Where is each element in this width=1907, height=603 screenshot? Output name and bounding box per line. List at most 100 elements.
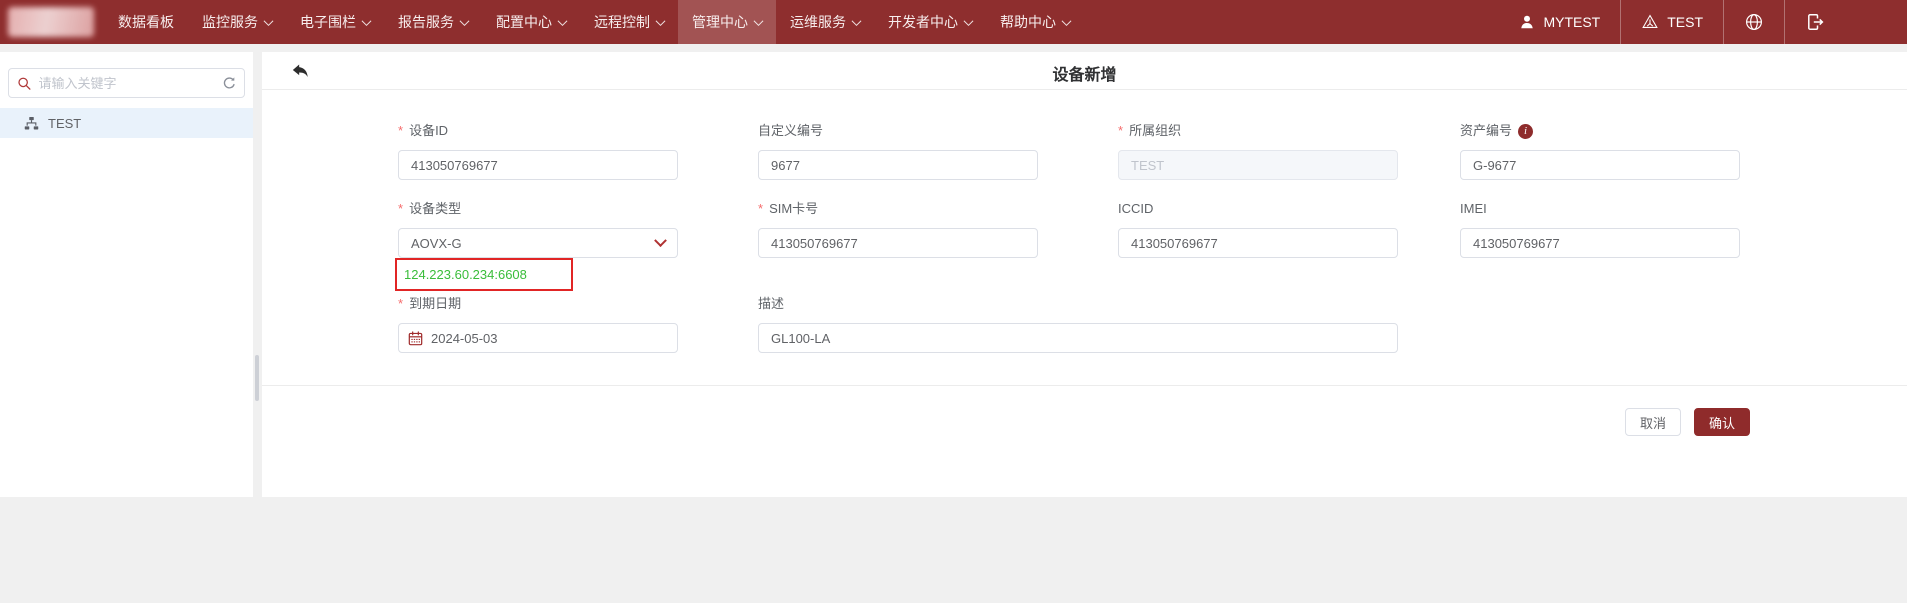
imei-label: IMEI xyxy=(1460,200,1740,218)
chevron-down-icon xyxy=(460,16,470,26)
navbar-right-cluster: MYTEST TEST xyxy=(1499,0,1907,44)
app-logo xyxy=(8,7,94,37)
field-custom-no: 自定义编号 xyxy=(758,122,1038,180)
expire-date-picker[interactable]: 2024-05-03 xyxy=(398,323,678,353)
org-input-wrap xyxy=(1118,150,1398,180)
language-menu[interactable] xyxy=(1723,0,1784,44)
logout-button[interactable] xyxy=(1784,0,1845,44)
description-input-wrap xyxy=(758,323,1398,353)
page-title: 设备新增 xyxy=(262,61,1907,85)
main-menu: 数据看板 监控服务 电子围栏 报告服务 配置中心 远程控制 管理中心 运维服务 … xyxy=(104,0,1084,44)
device-type-select[interactable]: AOVX-G xyxy=(398,228,678,258)
nav-item-config[interactable]: 配置中心 xyxy=(482,0,580,44)
top-navbar: 数据看板 监控服务 电子围栏 报告服务 配置中心 远程控制 管理中心 运维服务 … xyxy=(0,0,1907,44)
iccid-input-wrap xyxy=(1118,228,1398,258)
field-sim: SIM卡号 xyxy=(758,200,1038,258)
iccid-label: ICCID xyxy=(1118,200,1398,218)
tree-node-label: TEST xyxy=(48,116,81,131)
chevron-down-icon xyxy=(654,234,667,247)
nav-label: 报告服务 xyxy=(398,12,454,32)
imei-input-wrap xyxy=(1460,228,1740,258)
nav-item-ops-service[interactable]: 运维服务 xyxy=(776,0,874,44)
user-menu[interactable]: MYTEST xyxy=(1499,0,1620,44)
device-add-panel: 设备新增 设备ID 自定义编号 所属组织 资产编号 i 设备类型 AOVX-G xyxy=(262,52,1907,497)
confirm-button[interactable]: 确认 xyxy=(1694,408,1750,436)
nav-label: 数据看板 xyxy=(118,12,174,32)
chevron-down-icon xyxy=(362,16,372,26)
custom-no-input[interactable] xyxy=(771,158,1025,173)
chevron-down-icon xyxy=(754,16,764,26)
asset-no-input-wrap xyxy=(1460,150,1740,180)
nav-item-remote-control[interactable]: 远程控制 xyxy=(580,0,678,44)
nav-item-dashboard[interactable]: 数据看板 xyxy=(104,0,188,44)
tree-search-input[interactable] xyxy=(39,76,215,91)
field-org: 所属组织 xyxy=(1118,122,1398,180)
custom-no-input-wrap xyxy=(758,150,1038,180)
device-id-input-wrap xyxy=(398,150,678,180)
sitemap-icon xyxy=(24,116,39,131)
nav-item-report[interactable]: 报告服务 xyxy=(384,0,482,44)
iccid-input[interactable] xyxy=(1131,236,1385,251)
expire-date-label: 到期日期 xyxy=(398,295,678,313)
field-device-type: 设备类型 AOVX-G xyxy=(398,200,678,258)
org-tree-sidebar: TEST xyxy=(0,52,253,497)
nav-label: 开发者中心 xyxy=(888,12,958,32)
org-name: TEST xyxy=(1667,14,1703,30)
tree-node-test[interactable]: TEST xyxy=(0,108,253,138)
nav-label: 帮助中心 xyxy=(1000,12,1056,32)
globe-icon xyxy=(1744,12,1764,32)
device-id-input[interactable] xyxy=(411,158,665,173)
custom-no-label: 自定义编号 xyxy=(758,122,1038,140)
nav-label: 监控服务 xyxy=(202,12,258,32)
chevron-down-icon xyxy=(964,16,974,26)
nav-item-monitor[interactable]: 监控服务 xyxy=(188,0,286,44)
sim-input[interactable] xyxy=(771,236,1025,251)
field-expire-date: 到期日期 2024-05-03 xyxy=(398,295,678,353)
sim-input-wrap xyxy=(758,228,1038,258)
field-description: 描述 xyxy=(758,295,1398,353)
tree-search-box xyxy=(8,68,245,98)
asset-no-label: 资产编号 i xyxy=(1460,122,1740,140)
chevron-down-icon xyxy=(558,16,568,26)
org-label: 所属组织 xyxy=(1118,122,1398,140)
nav-label: 管理中心 xyxy=(692,12,748,32)
field-device-id: 设备ID xyxy=(398,122,678,180)
calendar-icon xyxy=(408,331,423,346)
footer-divider xyxy=(262,385,1907,386)
chevron-down-icon xyxy=(656,16,666,26)
description-input[interactable] xyxy=(771,331,1385,346)
nav-label: 电子围栏 xyxy=(300,12,356,32)
cancel-button[interactable]: 取消 xyxy=(1625,408,1681,436)
asset-no-label-text: 资产编号 xyxy=(1460,122,1512,140)
refresh-icon[interactable] xyxy=(222,76,237,91)
panel-header: 设备新增 xyxy=(262,52,1907,90)
asset-no-input[interactable] xyxy=(1473,158,1727,173)
footer-actions: 取消 确认 xyxy=(1625,408,1750,436)
nav-item-help-center[interactable]: 帮助中心 xyxy=(986,0,1084,44)
field-asset-no: 资产编号 i xyxy=(1460,122,1740,180)
nav-label: 远程控制 xyxy=(594,12,650,32)
device-type-label: 设备类型 xyxy=(398,200,678,218)
server-address-text: 124.223.60.234:6608 xyxy=(404,267,527,282)
imei-input[interactable] xyxy=(1473,236,1727,251)
logout-icon xyxy=(1805,12,1825,32)
nav-label: 运维服务 xyxy=(790,12,846,32)
org-input xyxy=(1131,158,1385,173)
description-label: 描述 xyxy=(758,295,1398,313)
chevron-down-icon xyxy=(852,16,862,26)
info-icon[interactable]: i xyxy=(1518,124,1533,139)
search-icon xyxy=(17,76,32,91)
user-icon xyxy=(1519,14,1535,30)
chevron-down-icon xyxy=(264,16,274,26)
nav-item-geofence[interactable]: 电子围栏 xyxy=(286,0,384,44)
nav-label: 配置中心 xyxy=(496,12,552,32)
device-type-value: AOVX-G xyxy=(411,236,462,251)
nav-item-developer-center[interactable]: 开发者中心 xyxy=(874,0,986,44)
app-window: 数据看板 监控服务 电子围栏 报告服务 配置中心 远程控制 管理中心 运维服务 … xyxy=(0,0,1907,603)
sim-label: SIM卡号 xyxy=(758,200,1038,218)
user-name: MYTEST xyxy=(1543,14,1600,30)
device-id-label: 设备ID xyxy=(398,122,678,140)
sidebar-resize-handle[interactable] xyxy=(255,355,259,401)
nav-item-management-center[interactable]: 管理中心 xyxy=(678,0,776,44)
org-menu[interactable]: TEST xyxy=(1620,0,1723,44)
